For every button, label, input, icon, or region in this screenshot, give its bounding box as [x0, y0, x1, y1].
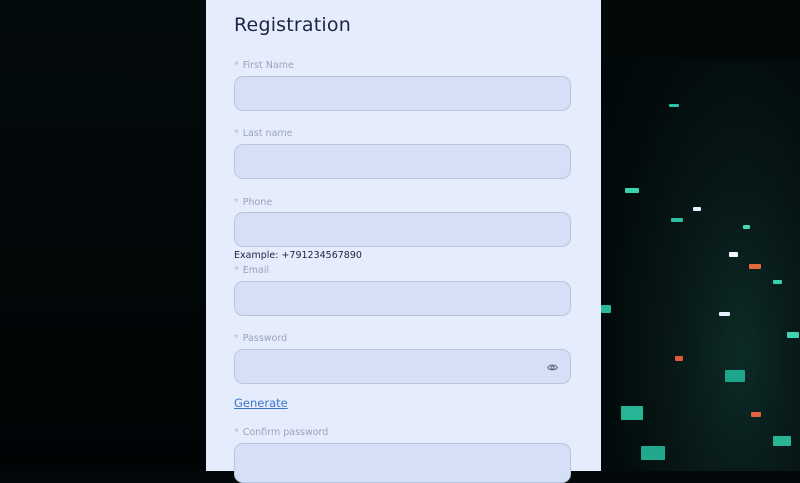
registration-panel: Registration * First Name * Last name * Pho…	[206, 0, 601, 483]
bg-glow-mark	[743, 225, 750, 229]
password-input[interactable]	[234, 349, 571, 384]
background-right	[601, 0, 800, 471]
form-title: Registration	[234, 14, 351, 36]
first-name-label: * First Name	[234, 60, 294, 71]
bg-glow-mark	[601, 305, 611, 313]
bg-glow-mark	[773, 280, 782, 284]
last-name-label: * Last name	[234, 128, 293, 139]
bg-glow-mark	[729, 252, 738, 257]
bg-glow-mark	[751, 412, 761, 417]
bg-glow-mark	[787, 332, 799, 338]
first-name-label-text: First Name	[242, 60, 294, 71]
phone-input[interactable]	[234, 212, 571, 247]
required-mark: *	[234, 128, 239, 139]
email-label: * Email	[234, 265, 269, 276]
password-label-text: Password	[242, 333, 288, 344]
bg-glow-mark	[749, 264, 761, 269]
eye-icon[interactable]	[547, 362, 558, 373]
required-mark: *	[234, 333, 239, 344]
phone-label-text: Phone	[242, 197, 273, 208]
bg-glow-mark	[725, 370, 745, 382]
required-mark: *	[234, 60, 239, 71]
confirm-password-label-text: Confirm password	[242, 427, 329, 438]
bg-glow-mark	[773, 436, 791, 446]
phone-hint: Example: +791234567890	[234, 250, 362, 261]
bg-glow-mark	[675, 356, 683, 361]
bg-glow-mark	[671, 218, 683, 222]
password-label: * Password	[234, 333, 287, 344]
bg-glow-mark	[641, 446, 665, 460]
last-name-label-text: Last name	[242, 128, 293, 139]
email-label-text: Email	[242, 265, 270, 276]
confirm-password-label: * Confirm password	[234, 427, 328, 438]
confirm-password-input[interactable]	[234, 443, 571, 483]
background-top-band	[601, 0, 800, 60]
first-name-input[interactable]	[234, 76, 571, 111]
required-mark: *	[234, 265, 239, 276]
bg-glow-mark	[669, 104, 679, 107]
required-mark: *	[234, 427, 239, 438]
bg-glow-mark	[621, 406, 643, 420]
required-mark: *	[234, 197, 239, 208]
phone-label: * Phone	[234, 197, 272, 208]
background-left	[0, 0, 206, 471]
bg-glow-mark	[693, 207, 701, 211]
last-name-input[interactable]	[234, 144, 571, 179]
generate-password-link[interactable]: Generate	[234, 396, 288, 410]
bg-glow-mark	[719, 312, 730, 316]
bg-glow-mark	[625, 188, 639, 193]
email-input[interactable]	[234, 281, 571, 316]
